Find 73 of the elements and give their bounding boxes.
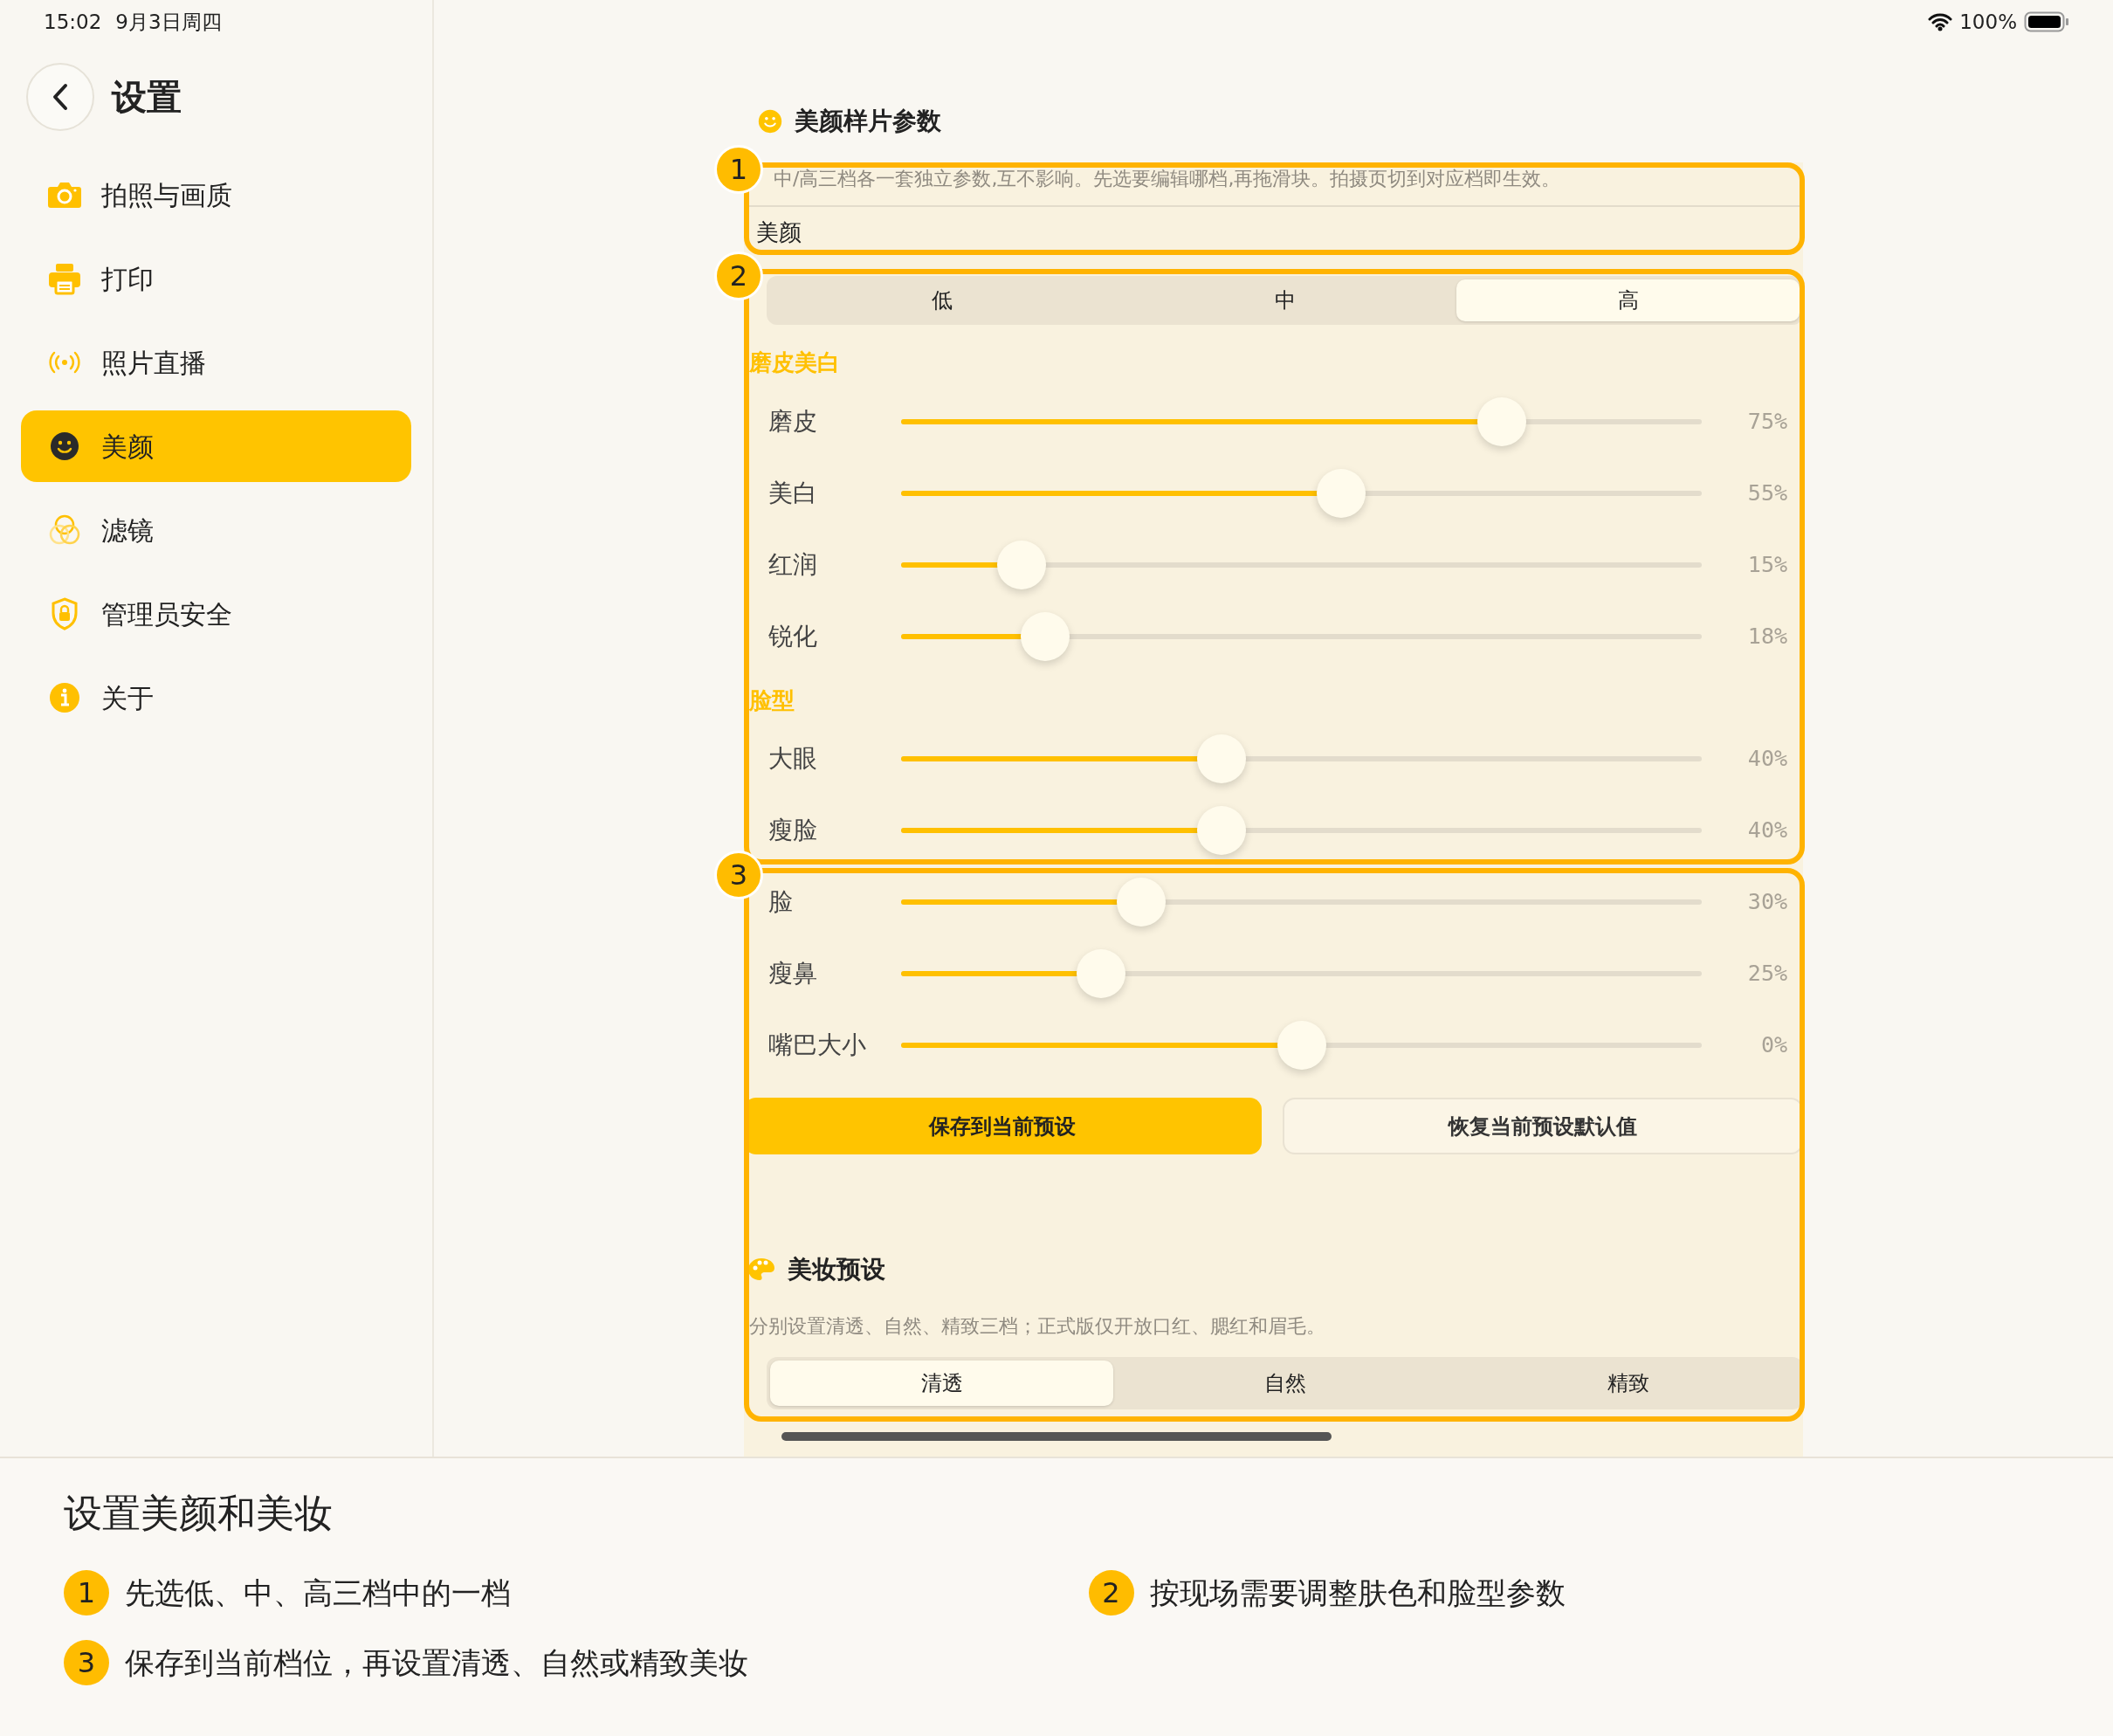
sidebar-title: 设置 (112, 76, 182, 119)
status-time: 15:02 (44, 10, 102, 35)
slider-value: 18% (1746, 623, 1788, 651)
step-text: 先选低、中、高三档中的一档 (125, 1574, 511, 1612)
sidebar-item[interactable]: 拍照与画质 (21, 159, 411, 231)
step-text: 保存到当前档位，再设置清透、自然或精致美妆 (125, 1643, 748, 1682)
sidebar-item[interactable]: 滤镜 (21, 494, 411, 566)
slider-value: 30% (1746, 888, 1788, 917)
wifi-icon (1928, 12, 1953, 31)
slider-thumb[interactable] (1476, 397, 1526, 446)
step-number-badge: 3 (64, 1640, 109, 1685)
printer-icon (48, 262, 81, 295)
sidebar-item[interactable]: 打印 (21, 243, 411, 314)
slider-label: 脸 (767, 886, 794, 918)
slider-value: 15% (1746, 551, 1788, 580)
slider-label: 锐化 (767, 621, 818, 652)
slider-label: 嘴巴大小 (767, 1030, 867, 1061)
step-text: 按现场需要调整肤色和脸型参数 (1149, 1574, 1566, 1612)
section-description: 分别设置清透、自然、精致三档；正式版仅开放口红、腮红和眉毛。 (748, 1314, 1326, 1339)
slider-value: 0% (1759, 1031, 1788, 1060)
camera-icon (47, 180, 82, 210)
section-title: 美妆预设 (788, 1254, 885, 1285)
back-chevron-icon (52, 83, 69, 111)
info-icon (49, 682, 80, 713)
slider-thumb[interactable] (1117, 878, 1167, 927)
smiley-icon (758, 108, 782, 134)
segment-tab[interactable]: 高 (1456, 279, 1800, 321)
slider-label: 瘦脸 (767, 815, 818, 846)
section-title: 美颜样片参数 (795, 105, 941, 137)
slider-thumb[interactable] (1196, 734, 1246, 783)
step-number-badge: 1 (64, 1570, 109, 1615)
field-label: 美颜 (756, 219, 802, 245)
battery-icon (2024, 11, 2069, 32)
section-description: 中/高三档各一套独立参数,互不影响。先选要编辑哪档,再拖滑块。拍摄页切到对应档即生效。 (773, 167, 1562, 190)
slider-label: 大眼 (767, 743, 818, 775)
step-number-badge: 1 (714, 145, 763, 194)
slider-thumb[interactable] (1077, 949, 1126, 998)
step-number-badge: 3 (714, 851, 763, 899)
shield-lock-icon (51, 597, 79, 630)
step-number-badge: 2 (1088, 1570, 1134, 1615)
palette-icon (747, 1257, 775, 1282)
segment-tab[interactable]: 中 (1113, 279, 1456, 321)
status-date: 9月3日周四 (115, 10, 222, 35)
sidebar-item[interactable]: 管理员安全 (21, 578, 411, 650)
slider-thumb[interactable] (1317, 469, 1366, 518)
slider-value: 55% (1746, 479, 1788, 508)
slider-value: 40% (1746, 745, 1788, 774)
group-title: 磨皮美白 (748, 349, 841, 375)
broadcast-icon (46, 349, 83, 375)
slider-label: 磨皮 (767, 406, 818, 437)
slider-value: 40% (1746, 816, 1788, 845)
group-title: 脸型 (748, 687, 795, 713)
smiley-icon (50, 431, 79, 461)
slider-label: 美白 (767, 478, 818, 509)
segment-tab[interactable]: 低 (770, 279, 1113, 321)
slider-value: 25% (1746, 960, 1788, 989)
battery-percent: 100% (1959, 9, 2017, 35)
step-number-badge: 2 (714, 251, 763, 300)
slider-label: 红润 (767, 549, 818, 581)
slider-label: 瘦鼻 (767, 958, 818, 989)
segment-tab[interactable]: 清透 (770, 1361, 1113, 1406)
slider-thumb[interactable] (1196, 806, 1246, 855)
slider-thumb[interactable] (1277, 1021, 1326, 1070)
slider-thumb[interactable] (996, 541, 1046, 589)
sidebar-item[interactable]: 美颜 (21, 410, 411, 482)
sidebar-item[interactable]: 关于 (21, 662, 411, 734)
sidebar-item[interactable]: 照片直播 (21, 327, 411, 398)
slider-thumb[interactable] (1021, 612, 1070, 661)
slider-value: 75% (1746, 408, 1788, 437)
segment-tab[interactable]: 自然 (1113, 1361, 1456, 1406)
overlapping-circles-icon (48, 513, 81, 547)
segment-tab[interactable]: 精致 (1456, 1361, 1800, 1406)
guide-title: 设置美颜和美妆 (64, 1490, 334, 1537)
